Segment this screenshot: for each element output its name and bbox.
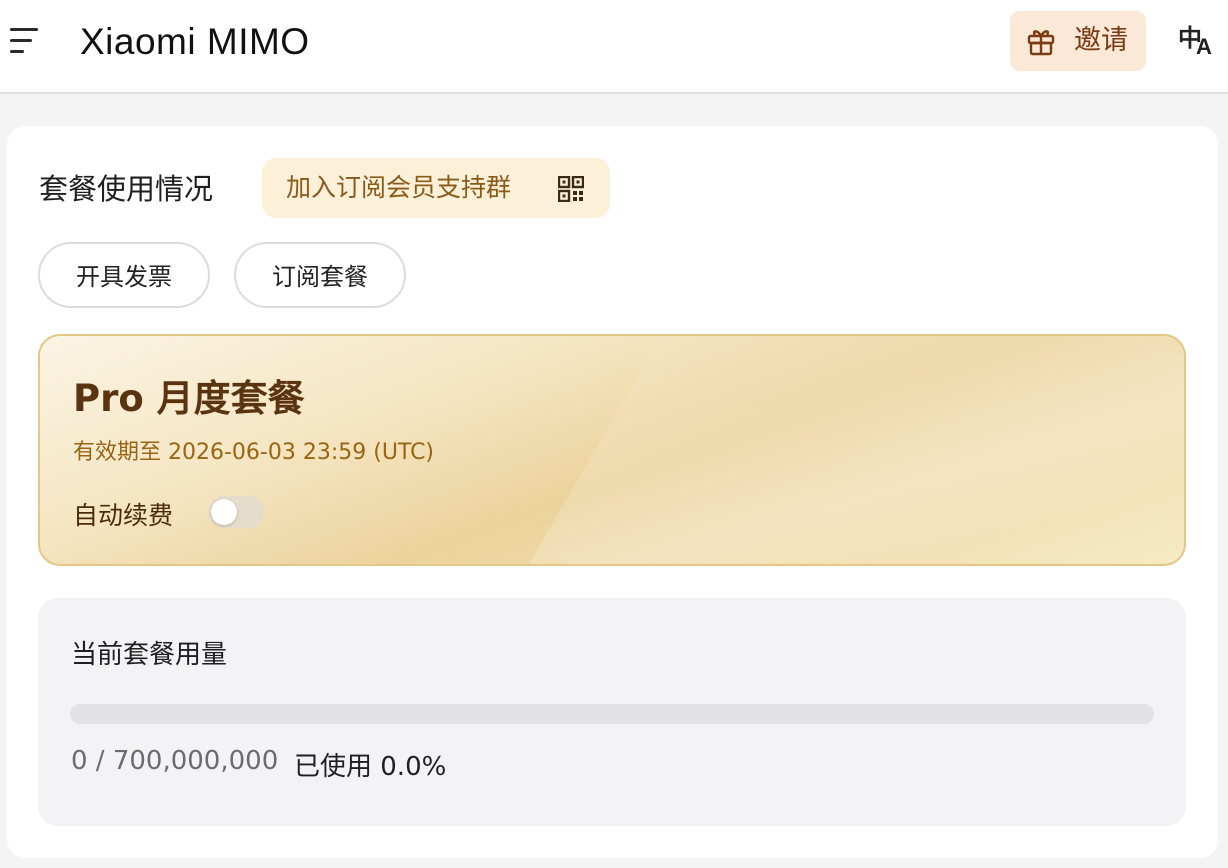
- usage-progress-bar: [70, 704, 1154, 724]
- usage-card: 当前套餐用量 0 / 700,000,000 已使用 0.0%: [38, 598, 1186, 826]
- app-logo[interactable]: Xiaomi MIMO: [80, 18, 310, 66]
- invite-label: 邀请: [1074, 25, 1128, 56]
- auto-renew-label: 自动续费: [73, 501, 174, 530]
- invoice-button[interactable]: 开具发票: [38, 242, 210, 308]
- plan-expiry: 有效期至 2026-06-03 23:59 (UTC): [73, 440, 435, 465]
- usage-percent: 已使用 0.0%: [294, 752, 447, 782]
- usage-title: 当前套餐用量: [71, 640, 228, 670]
- section-title: 套餐使用情况: [39, 172, 214, 206]
- menu-icon[interactable]: [8, 26, 42, 56]
- usage-count: 0 / 700,000,000: [71, 746, 279, 776]
- gift-icon: [1027, 30, 1055, 56]
- support-group-label: 加入订阅会员支持群: [286, 173, 512, 202]
- toggle-knob: [211, 499, 237, 525]
- qr-code-icon: [558, 176, 584, 202]
- plan-name: Pro 月度套餐: [73, 377, 305, 420]
- plan-card: Pro 月度套餐 有效期至 2026-06-03 23:59 (UTC) 自动续…: [38, 334, 1186, 566]
- subscription-panel: 套餐使用情况 加入订阅会员支持群 开具发票 订阅套餐 Pro 月度套餐 有效期至…: [7, 126, 1218, 858]
- language-switch-icon[interactable]: 中 A: [1176, 18, 1220, 62]
- top-header: Xiaomi MIMO 邀请 中 A: [0, 0, 1228, 94]
- support-group-button[interactable]: 加入订阅会员支持群: [262, 158, 610, 218]
- auto-renew-toggle[interactable]: [208, 496, 264, 528]
- invite-button[interactable]: 邀请: [1010, 11, 1146, 71]
- subscribe-plan-button[interactable]: 订阅套餐: [234, 242, 406, 308]
